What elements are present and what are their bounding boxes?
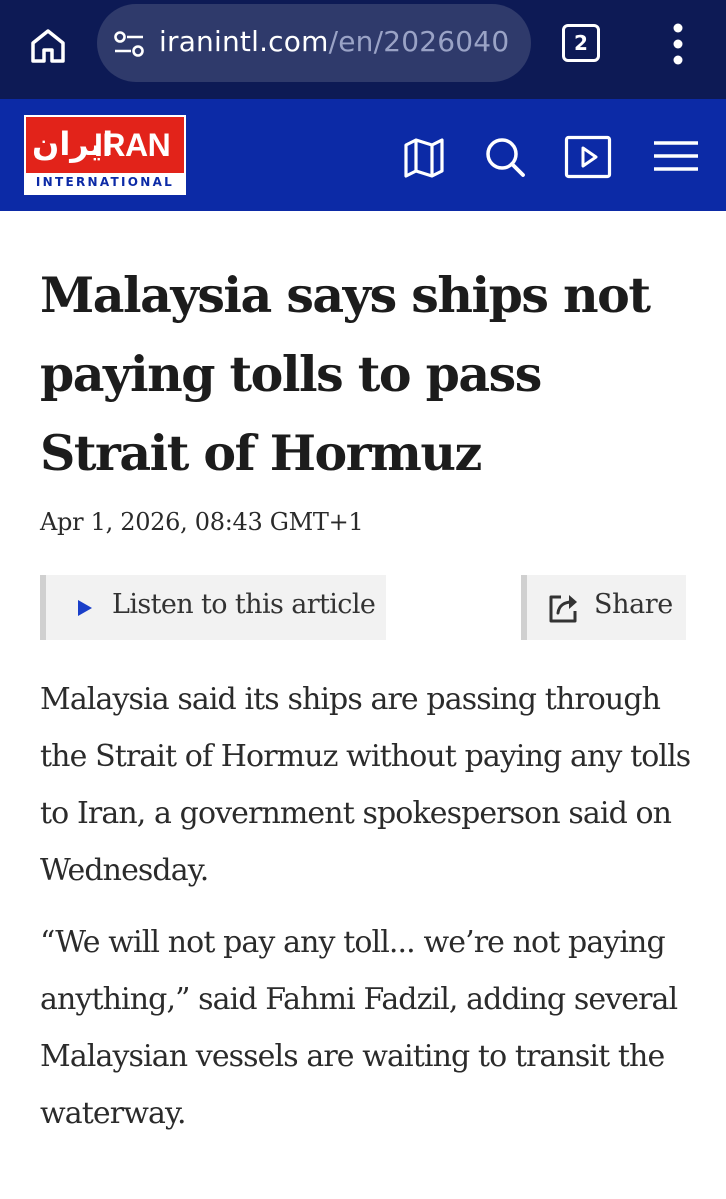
url-host: iranintl.com: [159, 25, 329, 58]
share-button[interactable]: Share: [521, 575, 686, 640]
site-logo[interactable]: ایران IRAN INTERNATIONAL: [24, 115, 186, 195]
logo-subtitle: INTERNATIONAL: [35, 175, 175, 189]
more-options-icon[interactable]: [660, 20, 696, 68]
browser-toolbar: iranintl.com/en/2026040 2: [0, 0, 726, 99]
hamburger-menu-icon[interactable]: [652, 133, 700, 181]
listen-label: Listen to this article: [112, 589, 376, 620]
url-path: /en/2026040: [328, 25, 510, 58]
article-headline: Malaysia says ships not paying tolls to …: [40, 266, 651, 482]
address-bar[interactable]: iranintl.com/en/2026040: [97, 4, 531, 82]
share-label: Share: [594, 589, 673, 620]
article-dateline: Apr 1, 2026, 08:43 GMT+1: [40, 508, 364, 536]
site-settings-icon[interactable]: [113, 30, 145, 58]
video-play-icon[interactable]: [564, 133, 612, 181]
site-header: ایران IRAN INTERNATIONAL: [0, 99, 726, 211]
play-icon: [78, 600, 92, 616]
map-icon[interactable]: [400, 133, 448, 181]
listen-to-article-button[interactable]: Listen to this article: [40, 575, 386, 640]
logo-main-text: IRAN: [94, 127, 171, 163]
url-text: iranintl.com/en/2026040: [159, 25, 509, 58]
article-paragraph: Malaysia said its ships are passing thro…: [40, 682, 691, 888]
logo-red-block: ایران IRAN: [26, 117, 184, 173]
tab-switcher-button[interactable]: 2: [562, 24, 600, 62]
home-button[interactable]: [26, 24, 70, 68]
article-paragraph: “We will not pay any toll... we’re not p…: [40, 925, 678, 1131]
share-icon: [549, 595, 577, 623]
search-icon[interactable]: [481, 133, 529, 181]
home-icon: [31, 29, 65, 63]
